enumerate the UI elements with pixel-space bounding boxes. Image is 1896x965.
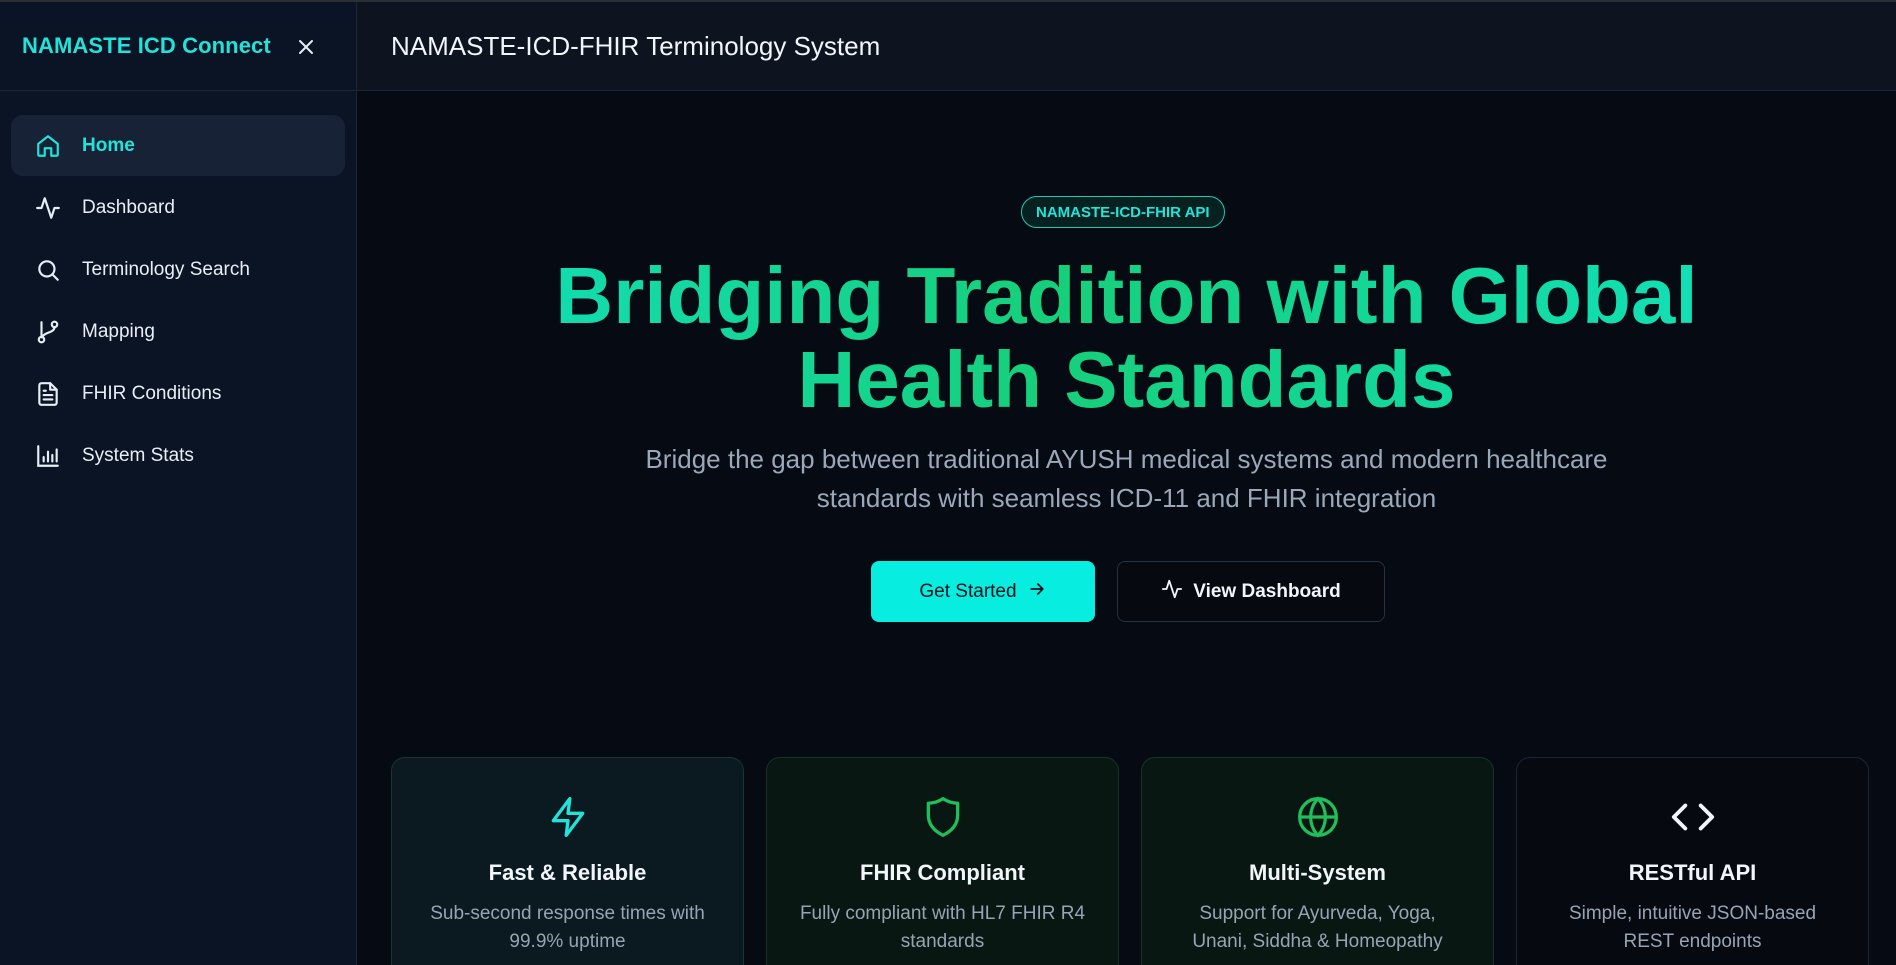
sidebar-item-label: System Stats [82,444,194,466]
feature-title: Fast & Reliable [488,860,647,885]
sidebar-nav: Home Dashboard Terminology Search Mappin… [0,91,356,486]
home-icon [34,132,62,160]
sidebar-item-terminology-search[interactable]: Terminology Search [11,239,345,300]
get-started-button[interactable]: Get Started [871,561,1095,622]
feature-title: FHIR Compliant [860,860,1025,885]
sidebar-item-system-stats[interactable]: System Stats [11,425,345,486]
code-icon [1517,794,1868,840]
hero-title-line-1: Bridging Tradition with Global [555,251,1698,340]
sidebar-item-label: Home [82,134,135,156]
shield-icon [767,794,1118,840]
brand-logo[interactable]: NAMASTE ICD Connect [22,33,271,59]
feature-card-fast-reliable: Fast & Reliable Sub-second response time… [391,757,744,965]
hero-subtitle: Bridge the gap between traditional AYUSH… [645,444,1608,513]
app-root: NAMASTE ICD Connect Home Dashboard Termi… [0,0,1896,965]
feature-description: Fully compliant with HL7 FHIR R4 standar… [799,903,1086,952]
search-icon [34,256,62,284]
close-icon[interactable] [294,35,318,59]
sidebar-item-label: Mapping [82,320,155,342]
sidebar: NAMASTE ICD Connect Home Dashboard Termi… [0,2,357,965]
sidebar-item-label: Terminology Search [82,258,250,280]
sidebar-item-home[interactable]: Home [11,115,345,176]
git-branch-icon [34,318,62,346]
sidebar-item-dashboard[interactable]: Dashboard [11,177,345,238]
bar-chart-icon [34,442,62,470]
page-title: NAMASTE-ICD-FHIR Terminology System [391,30,881,61]
view-dashboard-label: View Dashboard [1193,580,1341,602]
feature-title: RESTful API [1628,860,1757,885]
feature-card-restful-api: RESTful API Simple, intuitive JSON-based… [1516,757,1869,965]
hero-title: Bridging Tradition with Global Health St… [357,254,1896,422]
feature-cards: Fast & Reliable Sub-second response time… [391,757,1869,965]
main-content: NAMASTE-ICD-FHIR API Bridging Tradition … [357,92,1896,965]
activity-icon [34,194,62,222]
view-dashboard-button[interactable]: View Dashboard [1117,561,1385,622]
sidebar-item-label: FHIR Conditions [82,382,222,404]
hero-title-line-2: Health Standards [797,335,1456,424]
sidebar-header: NAMASTE ICD Connect [0,2,356,91]
feature-card-multi-system: Multi-System Support for Ayurveda, Yoga,… [1141,757,1494,965]
api-badge: NAMASTE-ICD-FHIR API [1021,196,1225,228]
sidebar-item-label: Dashboard [82,196,175,218]
feature-title: Multi-System [1249,860,1386,885]
feature-description: Support for Ayurveda, Yoga, Unani, Siddh… [1192,903,1443,952]
globe-icon [1142,794,1493,840]
feature-description: Sub-second response times with 99.9% upt… [430,903,705,952]
zap-icon [392,794,743,840]
activity-icon [1161,578,1183,606]
arrow-right-icon [1027,579,1047,605]
feature-description: Simple, intuitive JSON-based REST endpoi… [1568,903,1817,952]
top-header: NAMASTE-ICD-FHIR Terminology System [357,2,1896,91]
sidebar-item-fhir-conditions[interactable]: FHIR Conditions [11,363,345,424]
file-text-icon [34,380,62,408]
feature-card-fhir-compliant: FHIR Compliant Fully compliant with HL7 … [766,757,1119,965]
sidebar-item-mapping[interactable]: Mapping [11,301,345,362]
get-started-label: Get Started [919,580,1017,602]
